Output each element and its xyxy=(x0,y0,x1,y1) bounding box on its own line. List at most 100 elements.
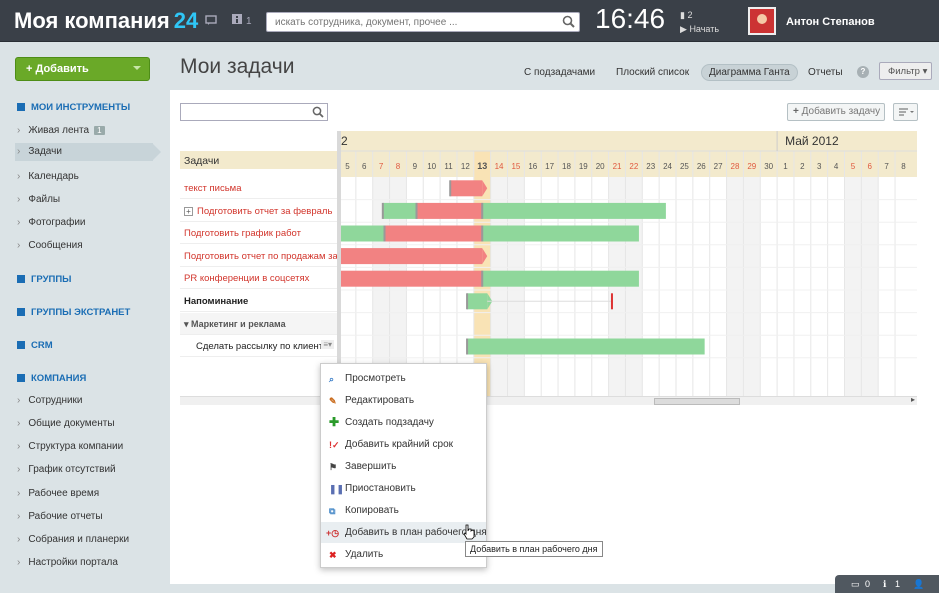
day-label: 16 xyxy=(528,162,537,171)
sidebar-item-absence[interactable]: График отсутствий xyxy=(17,464,115,475)
day-label: 5 xyxy=(851,162,856,171)
task-row[interactable]: текст письма xyxy=(180,177,337,199)
section-company[interactable]: Компания xyxy=(17,373,86,384)
sidebar-item-meetings[interactable]: Собрания и планерки xyxy=(17,534,129,545)
horizontal-scrollbar[interactable]: ▸ xyxy=(180,395,917,405)
task-row[interactable]: ▾ Маркетинг и реклама xyxy=(180,312,337,335)
avatar[interactable] xyxy=(748,7,776,35)
task-label[interactable]: Напоминание xyxy=(184,296,248,307)
sidebar-item-files[interactable]: Файлы xyxy=(17,194,60,205)
user-icon[interactable]: 👤 xyxy=(913,579,924,590)
add-task-button[interactable]: + Добавить задачу xyxy=(787,103,885,121)
add-button[interactable]: + Добавить xyxy=(15,57,150,81)
gantt-bar-done xyxy=(482,225,639,242)
task-label[interactable]: PR конференции в соцсетях xyxy=(184,273,309,284)
menu-item-pause[interactable]: ❚❚ Приостановить xyxy=(321,478,486,499)
menu-item-edit[interactable]: ✎ Редактировать xyxy=(321,390,486,411)
task-row[interactable]: Сделать рассылку по клиента ≡▾ xyxy=(180,335,337,358)
task-row[interactable]: + Подготовить отчет за февраль xyxy=(180,200,337,222)
bar-start-marker xyxy=(466,293,469,310)
gantt-panel: + Добавить задачу Задачи текст письма + По… xyxy=(170,90,939,584)
menu-item-complete[interactable]: ⚑ Завершить xyxy=(321,456,486,477)
weekend-column xyxy=(743,177,761,396)
month-label-prev: 2 xyxy=(341,134,348,148)
task-label[interactable]: текст письма xyxy=(184,183,242,194)
day-label: 17 xyxy=(545,162,554,171)
notifications-icon[interactable] xyxy=(232,14,243,28)
copy-icon: ⧉ xyxy=(329,506,336,516)
section-my-tools[interactable]: Мои инструменты xyxy=(17,102,130,113)
bar-start-marker xyxy=(481,202,484,219)
task-label[interactable]: Подготовить отчет за февраль xyxy=(197,206,332,217)
search-icon[interactable] xyxy=(312,106,324,121)
tab-flat-list[interactable]: Плоский список xyxy=(616,67,689,78)
plus-icon: ✚ xyxy=(329,415,340,429)
day-label: 19 xyxy=(579,162,588,171)
sidebar-item-documents[interactable]: Общие документы xyxy=(17,418,114,429)
start-workday-button[interactable]: Начать xyxy=(689,24,719,34)
tab-subtasks[interactable]: С подзадачами xyxy=(524,67,595,78)
brand-logo[interactable]: Моя компания 24 xyxy=(14,8,198,34)
info-icon[interactable]: ℹ xyxy=(883,579,886,590)
task-label[interactable]: Подготовить отчет по продажам за ма xyxy=(184,251,337,262)
task-row[interactable]: Подготовить отчет по продажам за ма xyxy=(180,245,337,267)
gantt-menu-button[interactable] xyxy=(893,103,918,121)
sidebar-item-structure[interactable]: Структура компании xyxy=(17,441,123,452)
menu-item-delete[interactable]: ✖ Удалить xyxy=(321,544,486,565)
notifications-count: 1 xyxy=(246,16,252,27)
menu-item-add-deadline[interactable]: !✓ Добавить крайний срок xyxy=(321,434,486,455)
sidebar-item-calendar[interactable]: Календарь xyxy=(17,171,78,182)
splitter[interactable] xyxy=(337,131,341,396)
sidebar-item-live-feed[interactable]: Живая лента1 xyxy=(17,125,105,136)
sidebar-item-messages[interactable]: Сообщения xyxy=(17,240,82,251)
help-icon[interactable]: ? xyxy=(857,66,869,78)
day-label: 14 xyxy=(495,162,504,171)
global-search[interactable] xyxy=(266,12,580,32)
expand-icon[interactable]: + xyxy=(184,206,193,216)
task-row[interactable]: Напоминание xyxy=(180,290,337,312)
sidebar-item-settings[interactable]: Настройки портала xyxy=(17,557,118,568)
sidebar-item-reports[interactable]: Рабочие отчеты xyxy=(17,511,102,522)
search-icon[interactable] xyxy=(562,15,575,31)
task-search-input[interactable] xyxy=(180,103,328,121)
sidebar-item-employees[interactable]: Сотрудники xyxy=(17,395,82,406)
list-icon xyxy=(899,108,914,116)
task-row[interactable]: Подготовить график работ xyxy=(180,222,337,245)
chevron-down-icon[interactable] xyxy=(133,66,141,74)
workday-widget[interactable]: ▮ 2 ▶ Начать xyxy=(680,8,719,36)
task-menu-icon[interactable]: ≡▾ xyxy=(321,340,334,350)
chevron-down-icon: ▾ xyxy=(922,66,928,77)
bar-start-marker xyxy=(481,225,484,242)
day-label: 8 xyxy=(396,162,401,171)
task-label[interactable]: Маркетинг и реклама xyxy=(191,319,286,329)
section-extranet[interactable]: Группы экстранет xyxy=(17,307,130,318)
day-label: 28 xyxy=(731,162,740,171)
section-groups[interactable]: Группы xyxy=(17,274,71,285)
day-label: 15 xyxy=(511,162,520,171)
tab-gantt[interactable]: Диаграмма Ганта xyxy=(701,64,798,81)
sidebar-item-photos[interactable]: Фотографии xyxy=(17,217,85,228)
sidebar-item-tasks[interactable]: Задачи xyxy=(15,143,161,161)
task-row[interactable]: PR конференции в соцсетях xyxy=(180,267,337,290)
scrollbar-thumb[interactable] xyxy=(654,398,740,405)
chat-icon[interactable]: ▭ xyxy=(851,579,860,590)
filter-button[interactable]: Фильтр ▾ xyxy=(879,62,932,80)
gantt-bar-overdue xyxy=(384,225,483,242)
global-search-input[interactable] xyxy=(267,13,547,31)
section-crm[interactable]: CRM xyxy=(17,340,53,351)
user-name[interactable]: Антон Степанов xyxy=(786,16,875,28)
task-label[interactable]: Подготовить график работ xyxy=(184,228,301,239)
flag-icon: ▮ xyxy=(680,10,685,20)
tab-reports[interactable]: Отчеты xyxy=(808,67,843,78)
menu-item-copy[interactable]: ⧉ Копировать xyxy=(321,500,486,521)
scroll-right-icon[interactable]: ▸ xyxy=(911,395,915,404)
menu-item-create-subtask[interactable]: ✚ Создать подзадачу xyxy=(321,412,486,433)
collapse-icon[interactable]: ▾ xyxy=(184,319,191,329)
day-label: 7 xyxy=(884,162,889,171)
task-label[interactable]: Сделать рассылку по клиента xyxy=(196,341,328,352)
main-area: Мои задачи С подзадачами Плоский список … xyxy=(170,43,939,584)
menu-item-view[interactable]: ⌕ Просмотреть xyxy=(321,368,486,389)
chat-icon[interactable] xyxy=(205,15,217,29)
sidebar-item-worktime[interactable]: Рабочее время xyxy=(17,488,99,499)
gantt-bar-overdue xyxy=(416,202,483,219)
